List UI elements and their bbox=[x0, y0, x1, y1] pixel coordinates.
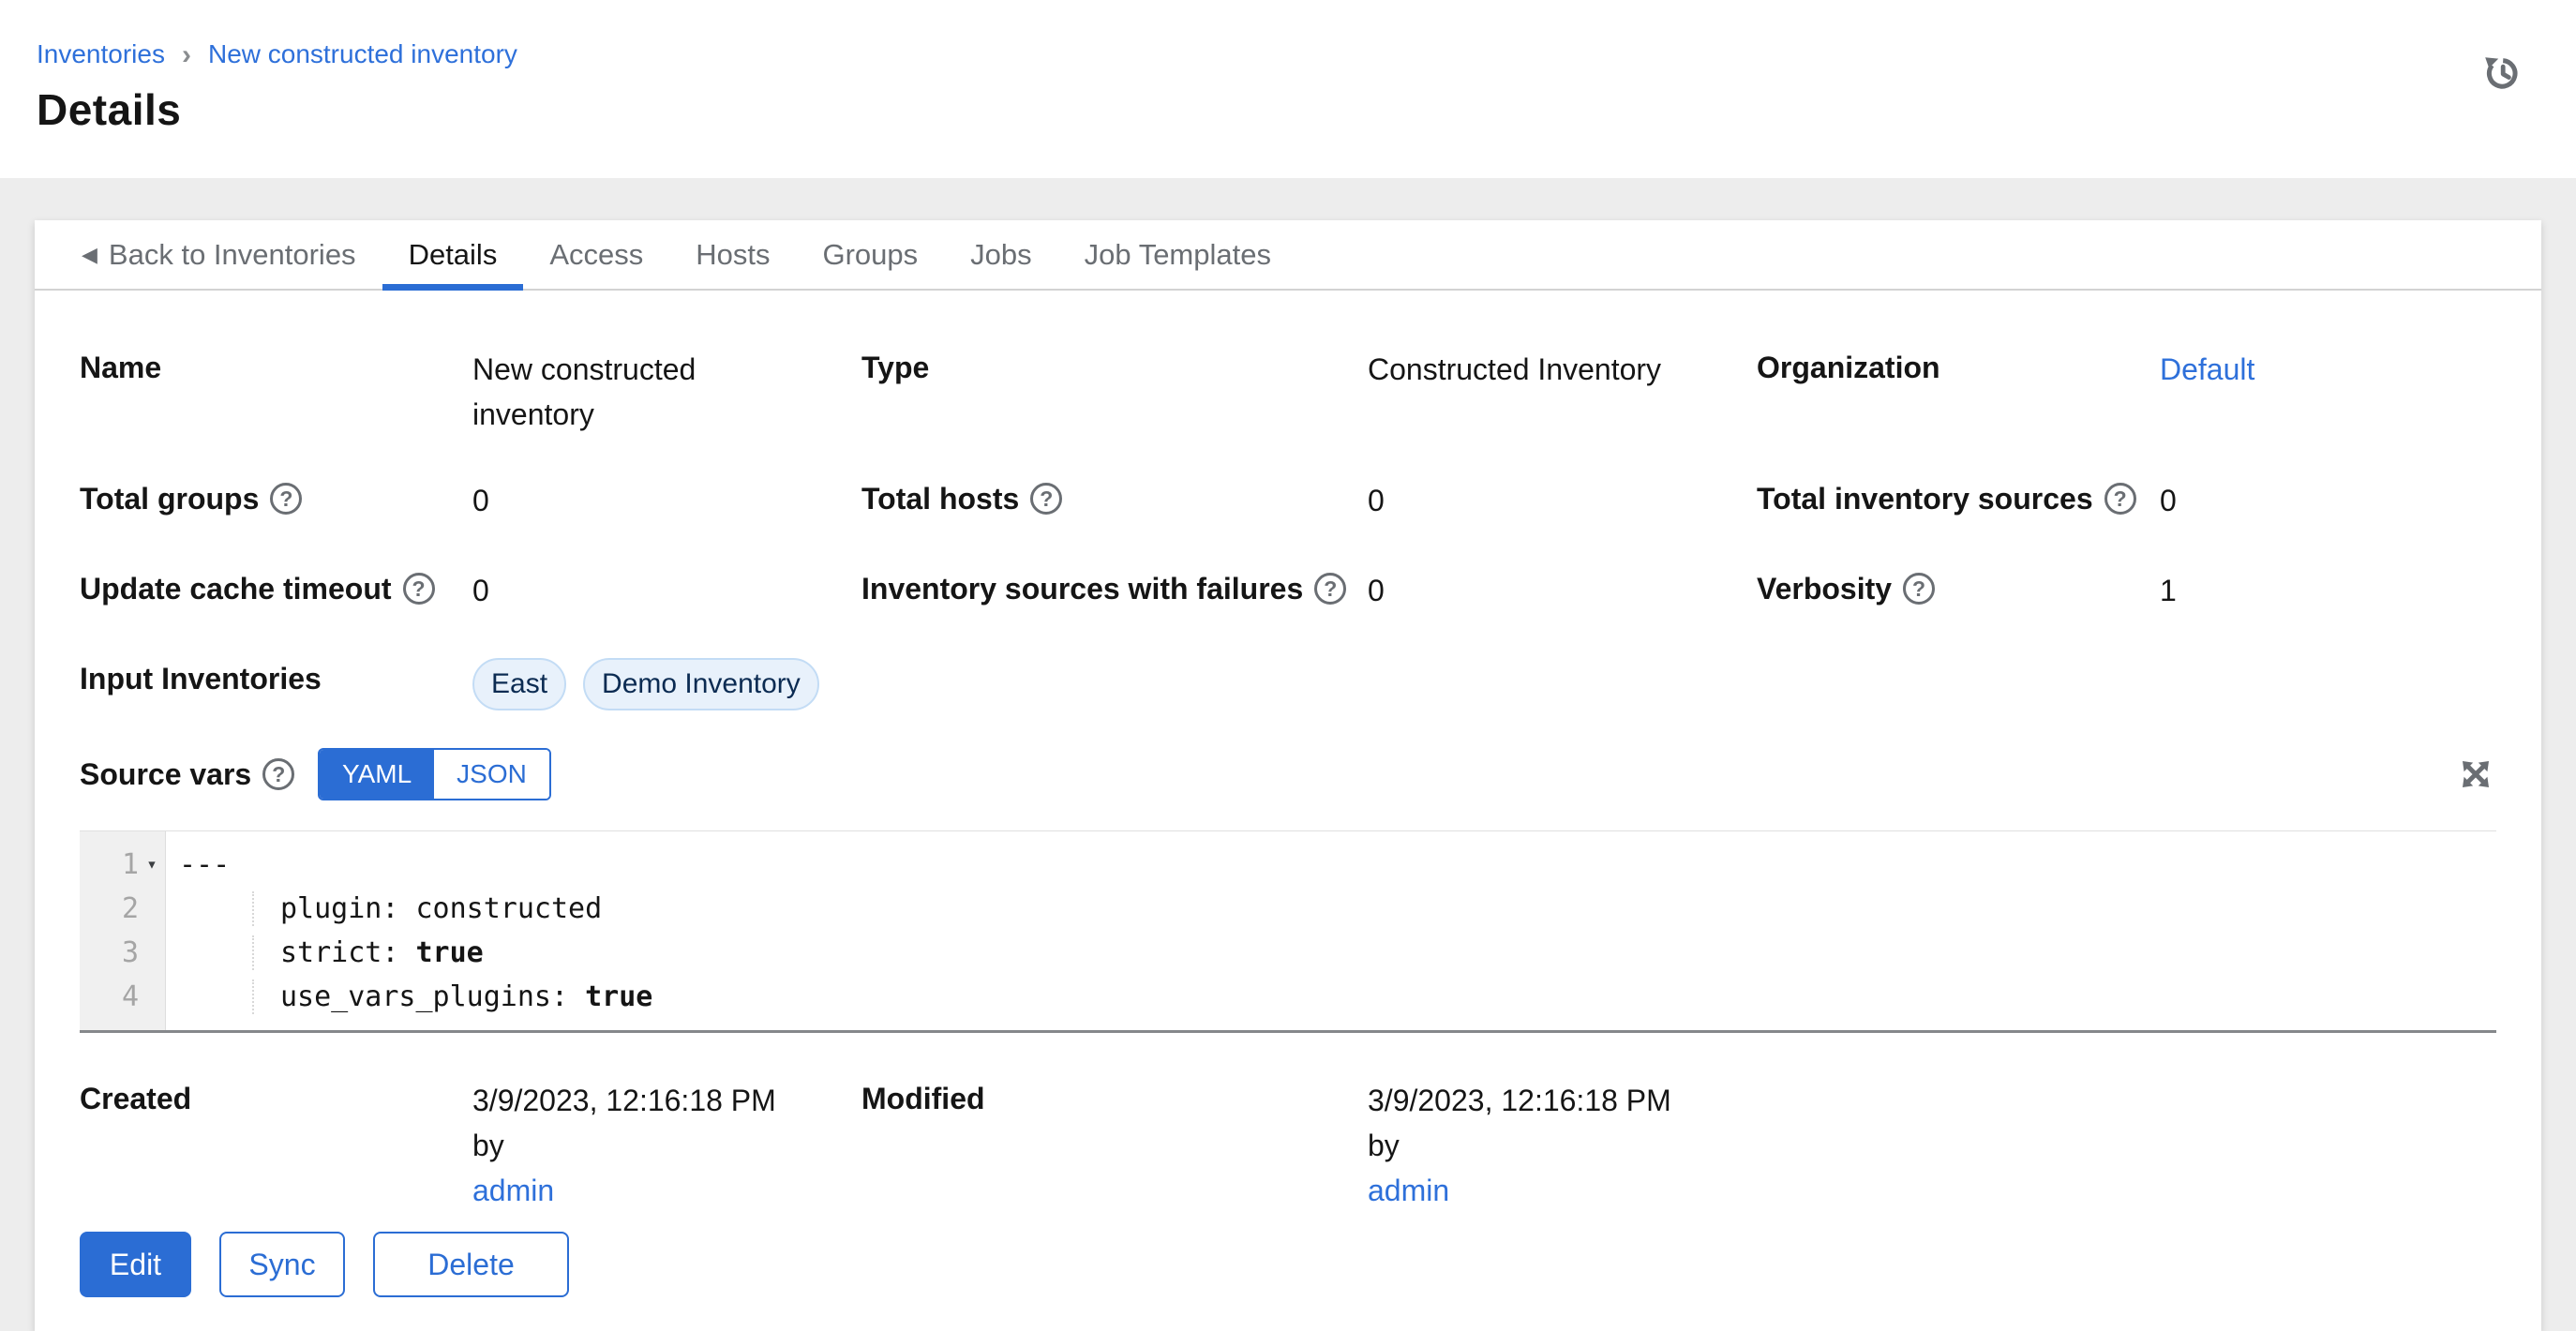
expand-arrows-icon bbox=[2456, 755, 2495, 794]
tab-label: Groups bbox=[823, 238, 919, 272]
edit-button[interactable]: Edit bbox=[80, 1232, 191, 1297]
meta-row: Created 3/9/2023, 12:16:18 PM by admin M… bbox=[80, 1078, 2496, 1213]
back-caret-icon: ◀ bbox=[82, 245, 97, 265]
input-inventories-chips: East Demo Inventory bbox=[472, 658, 2496, 710]
delete-button[interactable]: Delete bbox=[373, 1232, 569, 1297]
line-number: 2 bbox=[82, 887, 139, 931]
details-body: Name New constructed inventory Type Cons… bbox=[35, 291, 2541, 1331]
total-groups-value: 0 bbox=[472, 478, 861, 523]
action-buttons: Edit Sync Delete bbox=[80, 1232, 2496, 1297]
breadcrumb-link-current-inventory[interactable]: New constructed inventory bbox=[208, 39, 517, 69]
total-inventory-sources-label: Total inventory sources bbox=[1757, 478, 2093, 519]
modified-label: Modified bbox=[861, 1078, 1368, 1119]
code-line: strict: true bbox=[179, 931, 2496, 975]
code-line: --- bbox=[179, 843, 2496, 887]
tab-details[interactable]: Details bbox=[382, 220, 524, 289]
name-value: New constructed inventory bbox=[472, 347, 754, 437]
input-inventory-chip[interactable]: Demo Inventory bbox=[583, 658, 819, 710]
created-label: Created bbox=[80, 1078, 472, 1119]
help-icon[interactable]: ? bbox=[270, 483, 302, 515]
tab-label: Details bbox=[409, 238, 498, 272]
help-icon[interactable]: ? bbox=[1903, 573, 1935, 605]
tab-label: Job Templates bbox=[1085, 238, 1271, 272]
source-vars-label: Source vars bbox=[80, 754, 251, 795]
tab-label: Hosts bbox=[696, 238, 770, 272]
help-icon[interactable]: ? bbox=[2104, 483, 2136, 515]
page-header: Inventories › New constructed inventory … bbox=[0, 0, 2576, 178]
tab-groups[interactable]: Groups bbox=[797, 220, 945, 289]
type-label: Type bbox=[861, 347, 1368, 388]
code-line: plugin: constructed bbox=[179, 887, 2496, 931]
fold-caret-icon[interactable]: ▾ bbox=[139, 843, 165, 887]
tab-label: Jobs bbox=[970, 238, 1031, 272]
total-inventory-sources-value: 0 bbox=[2160, 478, 2496, 523]
help-icon[interactable]: ? bbox=[1030, 483, 1062, 515]
history-button[interactable] bbox=[2477, 47, 2525, 96]
inventory-sources-with-failures-label: Inventory sources with failures bbox=[861, 568, 1303, 609]
breadcrumb-link-inventories[interactable]: Inventories bbox=[37, 39, 165, 69]
modified-timestamp: 3/9/2023, 12:16:18 PM by bbox=[1368, 1084, 1671, 1162]
inventory-sources-with-failures-value: 0 bbox=[1368, 568, 1757, 613]
breadcrumb-separator-icon: › bbox=[182, 39, 191, 69]
help-icon[interactable]: ? bbox=[1314, 573, 1346, 605]
line-number: 3 bbox=[82, 931, 139, 975]
update-cache-timeout-value: 0 bbox=[472, 568, 861, 613]
total-hosts-value: 0 bbox=[1368, 478, 1757, 523]
name-label: Name bbox=[80, 347, 472, 388]
total-groups-label: Total groups bbox=[80, 478, 259, 519]
line-number: 1 bbox=[82, 843, 139, 887]
detail-row: Update cache timeout ? 0 Inventory sourc… bbox=[80, 568, 2496, 613]
input-inventories-label: Input Inventories bbox=[80, 658, 472, 699]
total-hosts-label: Total hosts bbox=[861, 478, 1019, 519]
organization-link[interactable]: Default bbox=[2160, 352, 2254, 386]
created-by-link[interactable]: admin bbox=[472, 1174, 554, 1207]
detail-row: Name New constructed inventory Type Cons… bbox=[80, 347, 2496, 437]
editor-content: --- plugin: constructed strict: true use… bbox=[166, 831, 2496, 1030]
tab-bar: ◀ Back to Inventories Details Access Hos… bbox=[35, 220, 2541, 291]
source-vars-row: Source vars ? YAML JSON bbox=[80, 748, 2496, 800]
type-value: Constructed Inventory bbox=[1368, 347, 1757, 392]
tab-hosts[interactable]: Hosts bbox=[669, 220, 796, 289]
expand-editor-button[interactable] bbox=[2455, 754, 2496, 795]
tab-back-to-inventories[interactable]: ◀ Back to Inventories bbox=[55, 220, 382, 289]
update-cache-timeout-label: Update cache timeout bbox=[80, 568, 392, 609]
tab-job-templates[interactable]: Job Templates bbox=[1058, 220, 1297, 289]
details-card: ◀ Back to Inventories Details Access Hos… bbox=[35, 220, 2541, 1331]
input-inventories-row: Input Inventories East Demo Inventory bbox=[80, 658, 2496, 710]
tab-label: Access bbox=[549, 238, 643, 272]
organization-label: Organization bbox=[1757, 347, 2160, 388]
sync-button[interactable]: Sync bbox=[219, 1232, 345, 1297]
modified-by-link[interactable]: admin bbox=[1368, 1174, 1449, 1207]
page-title: Details bbox=[37, 84, 2527, 135]
breadcrumb: Inventories › New constructed inventory bbox=[37, 39, 2527, 69]
help-icon[interactable]: ? bbox=[403, 573, 435, 605]
line-number: 4 bbox=[82, 975, 139, 1019]
tab-access[interactable]: Access bbox=[523, 220, 669, 289]
yaml-toggle-button[interactable]: YAML bbox=[320, 750, 434, 799]
detail-row: Total groups ? 0 Total hosts ? 0 Total i… bbox=[80, 478, 2496, 523]
verbosity-label: Verbosity bbox=[1757, 568, 1892, 609]
source-vars-editor[interactable]: 1 ▾ 2 3 4 --- plugin: constructed bbox=[80, 830, 2496, 1033]
tab-label: Back to Inventories bbox=[109, 238, 356, 272]
editor-gutter: 1 ▾ 2 3 4 bbox=[80, 831, 166, 1030]
help-icon[interactable]: ? bbox=[262, 758, 294, 790]
tab-jobs[interactable]: Jobs bbox=[944, 220, 1057, 289]
input-inventory-chip[interactable]: East bbox=[472, 658, 566, 710]
verbosity-value: 1 bbox=[2160, 568, 2496, 613]
code-line: use_vars_plugins: true bbox=[179, 975, 2496, 1019]
created-timestamp: 3/9/2023, 12:16:18 PM by bbox=[472, 1084, 776, 1162]
json-toggle-button[interactable]: JSON bbox=[434, 750, 549, 799]
history-icon bbox=[2479, 49, 2524, 94]
source-vars-format-toggle: YAML JSON bbox=[318, 748, 551, 800]
